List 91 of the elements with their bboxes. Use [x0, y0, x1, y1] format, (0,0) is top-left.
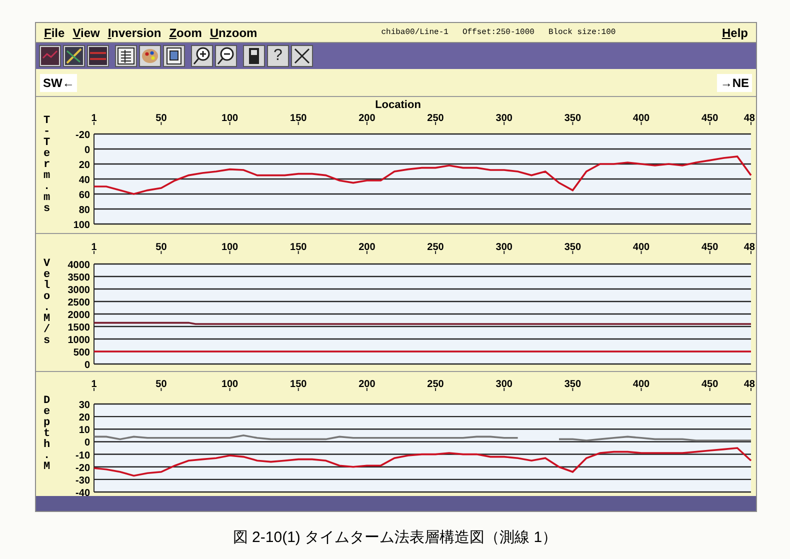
device-button[interactable]: [243, 45, 265, 67]
plot-icon: [40, 46, 60, 66]
x-tick: 400: [632, 379, 650, 392]
table-icon: [116, 46, 136, 66]
x-tick: 250: [427, 379, 444, 392]
x-tick: 1: [91, 379, 97, 392]
y-tick-label: 0: [84, 438, 90, 449]
x-tick: 50: [156, 242, 167, 254]
y-tick-label: 500: [73, 348, 90, 358]
y-tick-label: 3000: [68, 285, 90, 296]
x-tick: 100: [221, 242, 238, 254]
x-tick: 100: [221, 113, 238, 126]
axis-title: T-Term. ms: [44, 116, 50, 214]
y-tick-label: -20: [76, 462, 90, 474]
y-tick-label: 0: [84, 145, 90, 156]
x-tick: 450: [702, 242, 718, 254]
x-tick: 50: [156, 113, 167, 126]
document-icon: [164, 46, 184, 66]
y-tick-label: -10: [76, 450, 90, 462]
y-tick-label: -40: [76, 488, 90, 497]
zoom-out-icon: [216, 46, 236, 66]
axis-title: Location: [375, 99, 421, 111]
y-tick-label: 1000: [68, 335, 90, 346]
x-tick: 250: [427, 113, 444, 126]
y-tick-label: 20: [78, 412, 90, 424]
x-tick: 48: [744, 379, 755, 392]
x-tick: 50: [156, 379, 167, 392]
layers-icon: [88, 46, 108, 66]
y-tick-label: 60: [78, 190, 90, 201]
direction-label: SW←: [40, 74, 78, 92]
x-tick: 400: [632, 242, 650, 254]
axis-title: Depth. M: [44, 396, 50, 472]
y-tick-label: 3500: [68, 272, 90, 284]
x-tick: 1: [91, 242, 97, 254]
x-tick: 150: [290, 242, 307, 254]
palette-icon: [140, 46, 160, 66]
close-button[interactable]: [291, 45, 313, 67]
y-tick-label: -20: [76, 130, 90, 141]
y-tick-label: 40: [78, 175, 90, 186]
x-tick: 200: [358, 379, 376, 392]
menu-item[interactable]: File: [40, 24, 69, 42]
status-text: Offset:250-1000: [462, 26, 534, 38]
axis-title: Velo. M/s: [44, 258, 50, 346]
layers-button[interactable]: [87, 45, 109, 67]
x-tick: 150: [290, 113, 307, 126]
x-tick: 350: [564, 113, 582, 126]
y-tick-label: 10: [78, 425, 90, 436]
x-tick: 250: [427, 242, 444, 254]
x-tick: 450: [702, 113, 718, 126]
x-tick: 200: [358, 242, 376, 254]
x-tick: 48: [744, 113, 755, 126]
x-tick: 300: [496, 242, 512, 254]
figure-caption: 図 2-10(1) タイムターム法表層構造図（測線 1）: [232, 528, 558, 548]
x-tick: 200: [358, 113, 376, 126]
x-tick: 400: [632, 113, 650, 126]
y-tick-label: 4000: [68, 260, 90, 271]
menu-item[interactable]: Unzoom: [206, 24, 262, 42]
zoom-in-icon: [192, 46, 212, 66]
y-tick-label: 20: [78, 160, 90, 171]
table-button[interactable]: [115, 45, 137, 67]
x-tick: 300: [496, 113, 512, 126]
x-tick: 1: [91, 113, 97, 126]
palette-button[interactable]: [139, 45, 161, 67]
x-tick: 100: [221, 379, 238, 392]
document-button[interactable]: [163, 45, 185, 67]
y-tick-label: 0: [84, 360, 90, 371]
x-tick: 350: [564, 379, 582, 392]
menu-item[interactable]: View: [68, 24, 104, 42]
x-tick: 350: [564, 242, 582, 254]
x-tick: 450: [702, 379, 718, 392]
x-tick: 300: [496, 379, 512, 392]
zoom-in-button[interactable]: [191, 45, 213, 67]
zoom-out-button[interactable]: [215, 45, 237, 67]
y-tick-label: -30: [76, 475, 90, 486]
status-text: chiba00/Line-1: [381, 26, 448, 38]
menu-item[interactable]: Inversion: [104, 24, 166, 42]
menu-item[interactable]: Zoom: [165, 24, 206, 42]
y-tick-label: 80: [78, 205, 90, 216]
direction-label: →NE: [717, 74, 752, 92]
help-button[interactable]: ?: [267, 45, 289, 67]
y-tick-label: 2000: [68, 310, 90, 321]
y-tick-label: 30: [78, 400, 90, 411]
status-text: Block size:100: [548, 26, 616, 38]
x-tick: 48: [744, 242, 755, 254]
menu-item[interactable]: Help: [718, 24, 752, 42]
y-tick-label: 2500: [68, 298, 90, 308]
y-tick-label: 1500: [68, 322, 90, 334]
plot-button[interactable]: [39, 45, 61, 67]
close-icon: [292, 46, 312, 66]
x-tick: 150: [290, 379, 307, 392]
y-tick-label: 100: [73, 220, 90, 231]
